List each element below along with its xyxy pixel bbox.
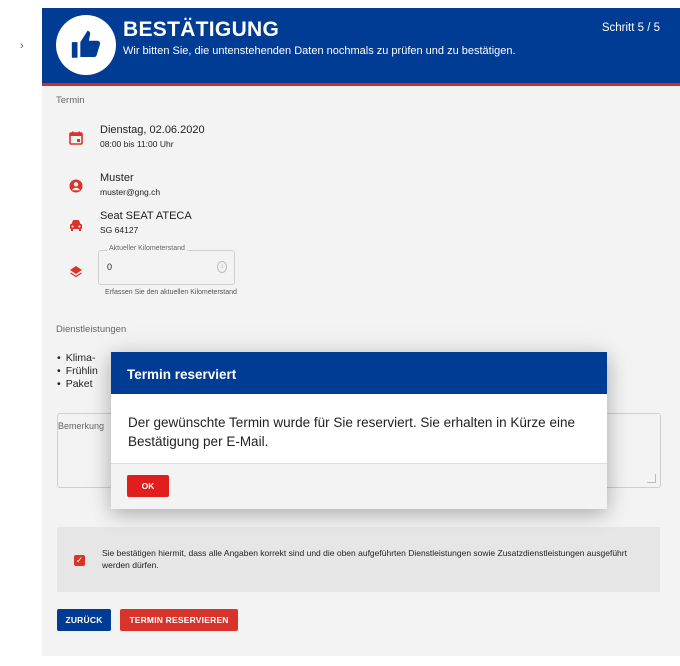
confirmation-box: ✓ Sie bestätigen hiermit, dass alle Anga… — [57, 527, 660, 592]
mileage-input[interactable]: Aktueller Kilometerstand 0 ↕ — [98, 245, 235, 285]
page-header: BESTÄTIGUNG Wir bitten Sie, die untenste… — [42, 8, 680, 86]
modal-message: Der gewünschte Termin wurde für Sie rese… — [128, 415, 575, 449]
step-indicator: Schritt 5 / 5 — [601, 22, 660, 34]
remarks-label: Bemerkung — [58, 421, 105, 431]
page-title: BESTÄTIGUNG — [123, 18, 280, 41]
modal-title: Termin reserviert — [127, 367, 237, 382]
thumbs-up-icon — [56, 15, 116, 75]
car-icon — [69, 218, 83, 232]
services-section-label: Dienstleistungen — [56, 324, 127, 335]
modal-header: Termin reserviert — [111, 352, 607, 394]
mileage-label: Aktueller Kilometerstand — [107, 245, 187, 252]
termin-section-label: Termin — [56, 95, 85, 106]
confirmation-text: Sie bestätigen hiermit, dass alle Angabe… — [102, 548, 627, 570]
reservation-modal: Termin reserviert Der gewünschte Termin … — [111, 352, 607, 509]
ok-button[interactable]: OK — [127, 475, 169, 497]
confirmation-page: BESTÄTIGUNG Wir bitten Sie, die untenste… — [42, 8, 680, 656]
layers-icon — [69, 265, 83, 279]
modal-footer: OK — [111, 463, 607, 509]
reserve-button[interactable]: TERMIN RESERVIEREN — [120, 609, 238, 631]
customer-name: Muster — [100, 172, 134, 184]
calendar-icon — [69, 131, 83, 145]
mileage-value[interactable]: 0 — [107, 262, 112, 272]
page-subtitle: Wir bitten Sie, die untenstehenden Daten… — [123, 45, 516, 57]
confirmation-checkbox[interactable]: ✓ — [74, 555, 85, 566]
mileage-help-text: Erfassen Sie den aktuellen Kilometerstan… — [105, 289, 237, 296]
mileage-stepper[interactable]: ↕ — [217, 261, 227, 273]
vehicle-model: Seat SEAT ATECA — [100, 210, 192, 222]
vehicle-plate: SG 64127 — [100, 225, 139, 235]
resize-handle[interactable] — [647, 474, 656, 483]
appointment-time: 08:00 bis 11:00 Uhr — [100, 139, 174, 149]
edge-marker: › — [20, 40, 24, 52]
appointment-date: Dienstag, 02.06.2020 — [100, 124, 205, 136]
user-icon — [69, 179, 83, 193]
customer-email: muster@gng.ch — [100, 187, 161, 197]
back-button[interactable]: ZURÜCK — [57, 609, 111, 631]
